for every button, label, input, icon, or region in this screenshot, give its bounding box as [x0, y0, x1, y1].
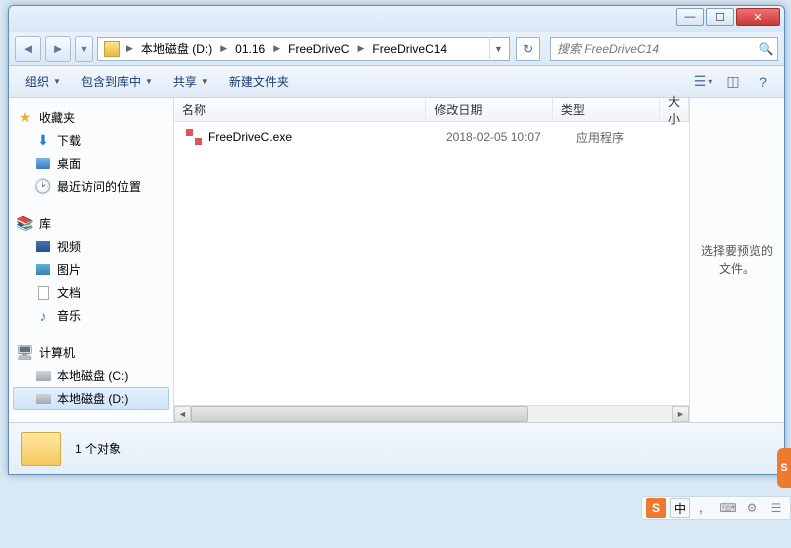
- breadcrumb[interactable]: 本地磁盘 (D:): [135, 38, 218, 60]
- horizontal-scrollbar[interactable]: ◄ ►: [174, 405, 689, 422]
- breadcrumb-separator: ▶: [124, 43, 135, 54]
- history-dropdown[interactable]: ▼: [75, 36, 93, 62]
- ime-punct-button[interactable]: ，: [694, 498, 714, 518]
- column-modified[interactable]: 修改日期: [426, 98, 552, 121]
- chevron-down-icon: ▼: [201, 77, 209, 86]
- sidebar-item-downloads[interactable]: ⬇下载: [13, 129, 169, 152]
- status-text: 1 个对象: [75, 440, 121, 457]
- navigation-bar: ◄ ► ▼ ▶ 本地磁盘 (D:) ▶ 01.16 ▶ FreeDriveC ▶…: [9, 32, 784, 66]
- titlebar: — ☐ ✕: [9, 6, 784, 32]
- breadcrumb-separator: ▶: [271, 43, 282, 54]
- exe-icon: [186, 129, 202, 145]
- sidebar-item-recent[interactable]: 🕑最近访问的位置: [13, 175, 169, 198]
- minimize-button[interactable]: —: [676, 8, 704, 26]
- music-icon: ♪: [35, 308, 51, 324]
- sidebar-item-drive-c[interactable]: 本地磁盘 (C:): [13, 364, 169, 387]
- file-modified: 2018-02-05 10:07: [438, 130, 568, 144]
- sidebar-item-videos[interactable]: 视频: [13, 235, 169, 258]
- computer-group[interactable]: 🖥计算机: [13, 341, 169, 364]
- file-list[interactable]: FreeDriveC.exe 2018-02-05 10:07 应用程序: [174, 122, 689, 405]
- sidebar-item-pictures[interactable]: 图片: [13, 258, 169, 281]
- ime-logo-icon[interactable]: S: [646, 498, 666, 518]
- pictures-icon: [35, 262, 51, 278]
- libraries-group[interactable]: 📚库: [13, 212, 169, 235]
- column-size[interactable]: 大小: [660, 98, 689, 121]
- address-dropdown[interactable]: ▼: [489, 37, 507, 61]
- scroll-left-button[interactable]: ◄: [174, 406, 191, 422]
- file-list-panel: 名称 修改日期 类型 大小 FreeDriveC.exe 2018-02-05 …: [174, 98, 689, 422]
- column-name[interactable]: 名称: [174, 98, 426, 121]
- preview-pane-button[interactable]: ◫: [720, 70, 746, 94]
- folder-large-icon: [21, 432, 61, 466]
- breadcrumb[interactable]: FreeDriveC14: [366, 38, 453, 60]
- chevron-down-icon: ▼: [80, 44, 89, 54]
- drive-icon: [35, 391, 51, 407]
- ime-lang-button[interactable]: 中: [670, 498, 690, 518]
- forward-button[interactable]: ►: [45, 36, 71, 62]
- library-icon: 📚: [17, 216, 33, 232]
- column-type[interactable]: 类型: [553, 98, 660, 121]
- chevron-down-icon: ▼: [53, 77, 61, 86]
- computer-icon: 🖥: [17, 345, 33, 361]
- breadcrumb-separator: ▶: [218, 43, 229, 54]
- ime-keyboard-icon[interactable]: ⌨: [718, 498, 738, 518]
- close-button[interactable]: ✕: [736, 8, 780, 26]
- ime-bar: S 中 ， ⌨ ⚙ ☰: [641, 496, 791, 520]
- desktop-icon: [35, 156, 51, 172]
- ime-settings-icon[interactable]: ⚙: [742, 498, 762, 518]
- column-headers: 名称 修改日期 类型 大小: [174, 98, 689, 122]
- search-box: 🔍: [550, 37, 778, 61]
- help-button[interactable]: ?: [750, 70, 776, 94]
- chevron-down-icon: ▼: [494, 44, 503, 54]
- scroll-right-button[interactable]: ►: [672, 406, 689, 422]
- breadcrumb[interactable]: FreeDriveC: [282, 38, 355, 60]
- sidebar-item-documents[interactable]: 文档: [13, 281, 169, 304]
- address-bar[interactable]: ▶ 本地磁盘 (D:) ▶ 01.16 ▶ FreeDriveC ▶ FreeD…: [97, 37, 510, 61]
- new-folder-button[interactable]: 新建文件夹: [221, 70, 297, 94]
- preview-pane: 选择要预览的文件。: [689, 98, 784, 422]
- sidebar-item-music[interactable]: ♪音乐: [13, 304, 169, 327]
- chevron-down-icon: ▼: [145, 77, 153, 86]
- breadcrumb[interactable]: 01.16: [229, 38, 271, 60]
- ime-tab[interactable]: S: [777, 448, 791, 488]
- explorer-window: — ☐ ✕ ◄ ► ▼ ▶ 本地磁盘 (D:) ▶ 01.16 ▶ FreeDr…: [8, 5, 785, 475]
- downloads-icon: ⬇: [35, 133, 51, 149]
- scroll-track[interactable]: [191, 406, 672, 422]
- share-menu[interactable]: 共享▼: [165, 70, 217, 94]
- forward-arrow-icon: ►: [52, 41, 65, 56]
- scroll-thumb[interactable]: [191, 406, 528, 422]
- search-icon[interactable]: 🔍: [755, 38, 777, 60]
- ime-menu-icon[interactable]: ☰: [766, 498, 786, 518]
- drive-icon: [35, 368, 51, 384]
- file-row[interactable]: FreeDriveC.exe 2018-02-05 10:07 应用程序: [174, 126, 689, 148]
- sidebar-item-desktop[interactable]: 桌面: [13, 152, 169, 175]
- document-icon: [35, 285, 51, 301]
- file-type: 应用程序: [568, 129, 678, 146]
- organize-menu[interactable]: 组织▼: [17, 70, 69, 94]
- recent-icon: 🕑: [35, 179, 51, 195]
- status-bar: 1 个对象: [9, 422, 784, 474]
- include-in-library-menu[interactable]: 包含到库中▼: [73, 70, 161, 94]
- file-name: FreeDriveC.exe: [208, 130, 292, 144]
- navigation-pane: ★收藏夹 ⬇下载 桌面 🕑最近访问的位置 📚库 视频 图片 文档 ♪音乐 🖥计算…: [9, 98, 174, 422]
- video-icon: [35, 239, 51, 255]
- search-input[interactable]: [551, 42, 755, 56]
- star-icon: ★: [17, 110, 33, 126]
- sidebar-item-drive-d[interactable]: 本地磁盘 (D:): [13, 387, 169, 410]
- back-button[interactable]: ◄: [15, 36, 41, 62]
- refresh-icon: ↻: [523, 42, 533, 56]
- content-area: 名称 修改日期 类型 大小 FreeDriveC.exe 2018-02-05 …: [174, 98, 784, 422]
- refresh-button[interactable]: ↻: [516, 37, 540, 61]
- breadcrumb-separator: ▶: [355, 43, 366, 54]
- favorites-group[interactable]: ★收藏夹: [13, 106, 169, 129]
- folder-icon: [104, 41, 120, 57]
- explorer-body: ★收藏夹 ⬇下载 桌面 🕑最近访问的位置 📚库 视频 图片 文档 ♪音乐 🖥计算…: [9, 98, 784, 422]
- maximize-button[interactable]: ☐: [706, 8, 734, 26]
- back-arrow-icon: ◄: [22, 41, 35, 56]
- view-options-button[interactable]: ☰▾: [690, 70, 716, 94]
